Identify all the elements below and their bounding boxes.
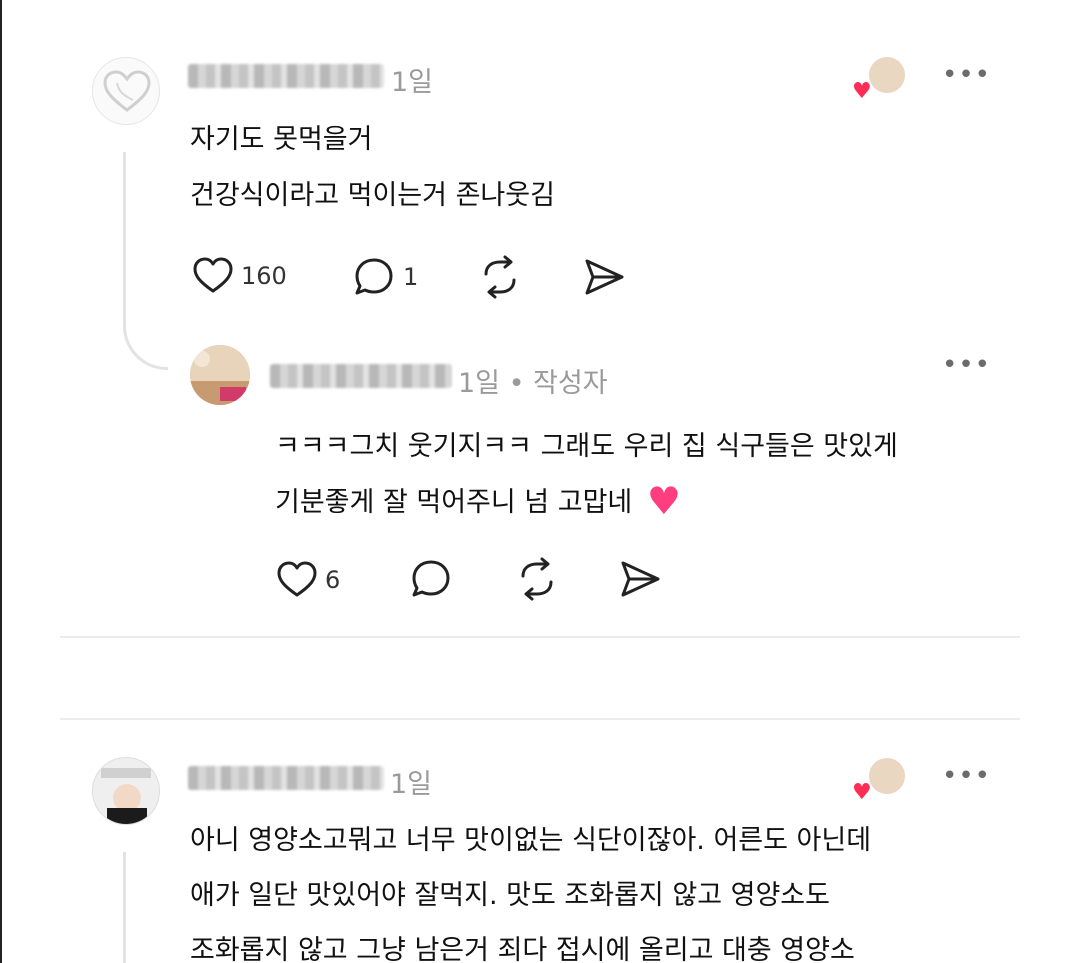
comment-1-more-button[interactable]: •••	[942, 62, 991, 88]
heart-outline-icon	[277, 561, 317, 597]
reply-username-blurred[interactable]	[270, 364, 452, 388]
comment-1-reply-button[interactable]: 1	[352, 256, 418, 298]
thread-line	[123, 852, 126, 963]
reply-reply-button[interactable]	[409, 558, 453, 600]
thread-line	[123, 152, 168, 370]
reply-text-line: ㅋㅋㅋ그치 웃기지ㅋㅋ 그래도 우리 집 식구들은 맛있게	[275, 431, 898, 462]
heart-outline-avatar-icon	[103, 70, 151, 112]
comment-1-text-line: 건강식이라고 먹이는거 존나웃김	[190, 180, 555, 211]
comment-1-avatar[interactable]	[92, 57, 160, 125]
reply-like-count: 6	[325, 566, 341, 594]
comment-3-author-liked: ♥	[852, 756, 907, 804]
comment-3-text-line: 아니 영양소고뭐고 너무 맛이없는 식단이잖아. 어른도 아닌데	[190, 825, 872, 856]
author-mini-avatar	[867, 756, 907, 796]
photo-avatar-icon	[93, 758, 159, 824]
reply-share-button[interactable]	[618, 558, 662, 600]
comment-1-time: 1일	[391, 67, 434, 98]
comment-3-time: 1일	[390, 769, 433, 800]
reply-text-line-with-emoji: 기분좋게 잘 먹어주니 넘 고맙네 ♥	[275, 479, 681, 523]
comment-1-repost-button[interactable]	[477, 254, 523, 300]
comment-3-text-line: 조화롭지 않고 그냥 남은거 죄다 접시에 올리고 대충 영양소	[190, 935, 855, 963]
divider	[60, 718, 1020, 720]
comment-3-username-blurred[interactable]	[188, 766, 384, 790]
reply-like-button[interactable]: 6	[276, 560, 340, 600]
heart-icon: ♥	[852, 79, 872, 104]
reply-meta: 1일 • 작성자	[458, 368, 608, 399]
comment-1-reply-count: 1	[403, 263, 419, 291]
reply-text-line: 기분좋게 잘 먹어주니 넘 고맙네	[275, 487, 633, 518]
divider	[60, 636, 1020, 638]
send-icon	[621, 561, 660, 597]
reply-repost-button[interactable]	[514, 556, 560, 602]
speech-bubble-icon	[412, 560, 450, 597]
repost-icon	[521, 557, 553, 601]
comment-1-like-count: 160	[241, 262, 287, 290]
heart-icon: ♥	[852, 780, 872, 805]
comment-1-like-button[interactable]: 160	[192, 256, 287, 296]
comment-1-share-button[interactable]	[582, 256, 626, 298]
speech-bubble-icon	[355, 258, 393, 295]
pink-heart-emoji: ♥	[646, 479, 681, 523]
send-icon	[585, 259, 624, 295]
reply-avatar[interactable]	[190, 345, 250, 405]
comment-1-author-liked: ♥	[852, 55, 907, 103]
comment-1-username-blurred[interactable]	[188, 64, 384, 88]
photo-avatar-icon	[190, 345, 250, 405]
comment-3-more-button[interactable]: •••	[942, 763, 991, 789]
repost-icon	[484, 255, 516, 299]
author-mini-avatar	[867, 55, 907, 95]
comment-3-text-line: 애가 일단 맛있어야 잘먹지. 맛도 조화롭지 않고 영양소도	[190, 880, 830, 911]
heart-outline-icon	[193, 257, 233, 293]
comment-3-avatar[interactable]	[92, 757, 160, 825]
comment-1-text-line: 자기도 못먹을거	[190, 124, 373, 155]
reply-more-button[interactable]: •••	[942, 352, 991, 378]
left-edge-line	[0, 0, 2, 963]
